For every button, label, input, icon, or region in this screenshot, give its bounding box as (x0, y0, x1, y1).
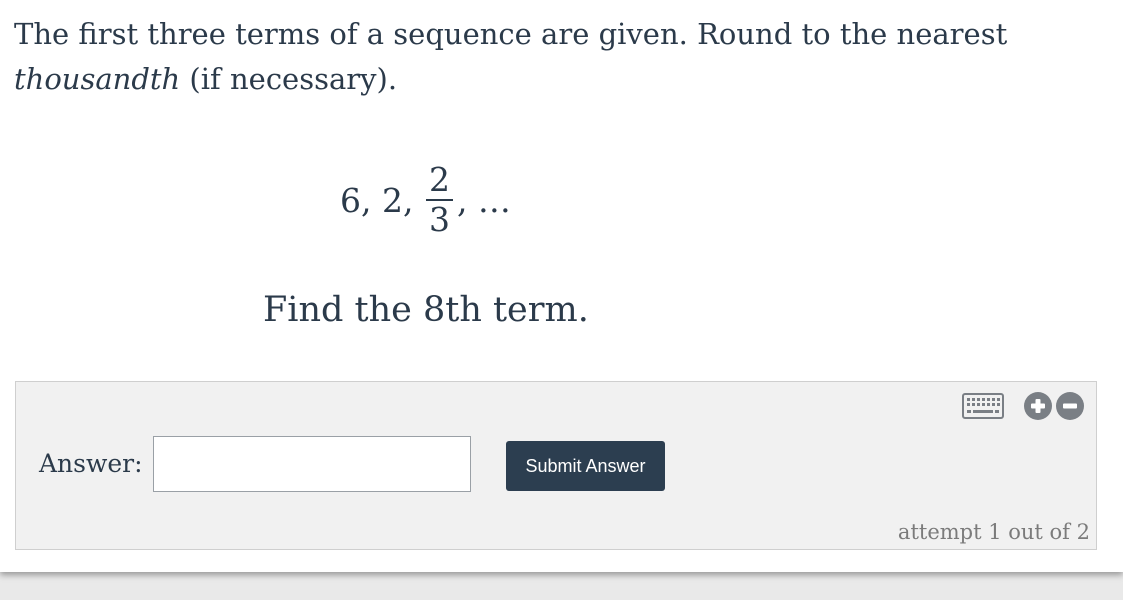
answer-input[interactable] (153, 436, 471, 492)
answer-label: Answer: (39, 449, 143, 478)
zoom-in-icon[interactable] (1023, 391, 1053, 421)
question-page: The first three terms of a sequence are … (0, 0, 1123, 572)
sequence-lead-terms: 6, 2, (340, 180, 424, 220)
keyboard-icon[interactable] (962, 393, 1004, 419)
fraction-numerator: 2 (428, 160, 450, 199)
zoom-out-icon[interactable] (1055, 391, 1085, 421)
fraction-denominator: 3 (428, 200, 450, 239)
answer-panel: Answer: Submit Answer attempt 1 out of 2 (15, 381, 1097, 550)
attempt-counter: attempt 1 out of 2 (897, 520, 1090, 544)
prompt-line-1: The first three terms of a sequence are … (14, 17, 1008, 51)
prompt-line-2-rest: (if necessary). (180, 62, 398, 96)
sequence-expression: 6, 2, 2 3 , … (340, 155, 511, 245)
prompt-line-2: thousandth (if necessary). (14, 57, 1014, 102)
prompt-emphasis: thousandth (14, 62, 181, 96)
submit-answer-button[interactable]: Submit Answer (506, 441, 665, 491)
sequence-trailing: , … (456, 180, 511, 220)
question-text: Find the 8th term. (263, 290, 589, 330)
question-prompt: The first three terms of a sequence are … (14, 12, 1014, 102)
sequence-fraction: 2 3 (425, 160, 453, 239)
